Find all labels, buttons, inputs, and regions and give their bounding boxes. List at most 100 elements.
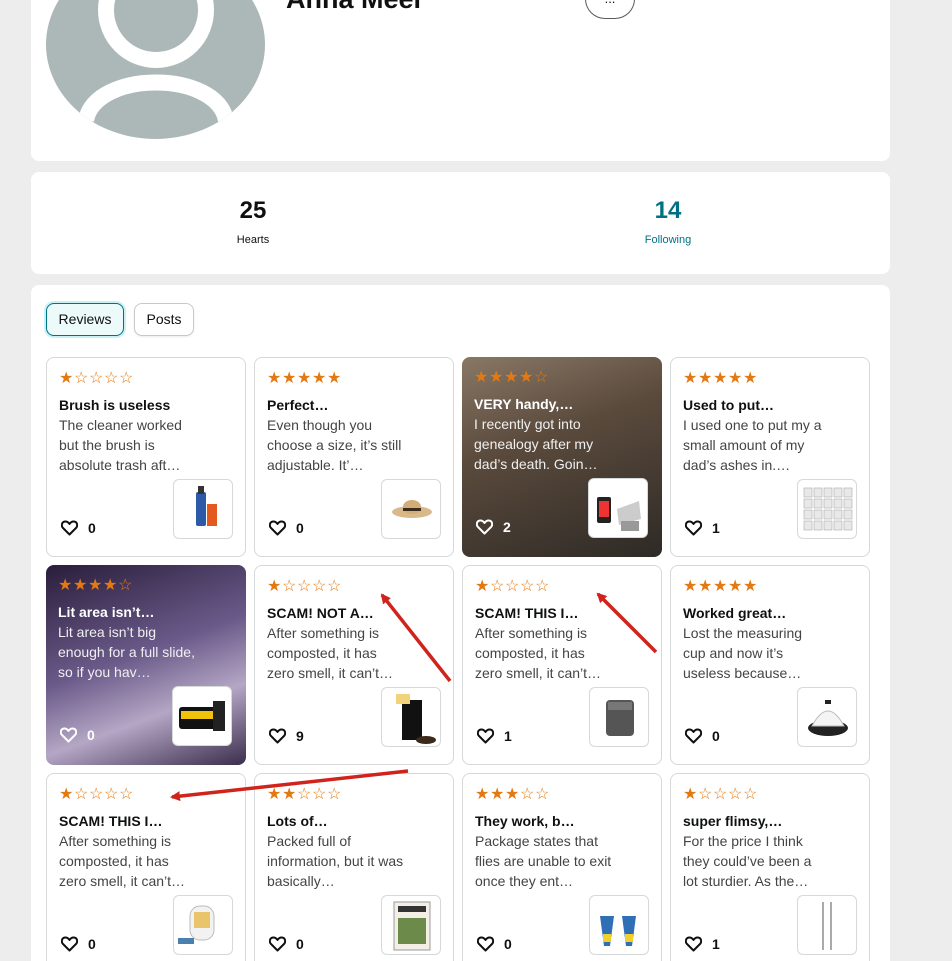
- heart-icon: [269, 520, 286, 536]
- star-filled-icon: ★: [728, 578, 743, 595]
- egg-cooker-icon[interactable]: [797, 687, 857, 747]
- tab-reviews[interactable]: Reviews: [46, 303, 124, 336]
- small-bags-icon[interactable]: [797, 479, 857, 539]
- review-text: For the price I think they could’ve been…: [683, 833, 812, 889]
- star-filled-icon: ★: [475, 786, 490, 803]
- like-count: 0: [87, 727, 95, 743]
- fly-trap-bags-icon[interactable]: [589, 895, 649, 955]
- star-filled-icon: ★: [490, 786, 505, 803]
- avatar[interactable]: [46, 0, 265, 139]
- review-text: The cleaner worked but the brush is abso…: [59, 417, 182, 473]
- hearts-stat: 25 Hearts: [193, 196, 313, 248]
- heart-icon: [685, 936, 702, 952]
- like-button[interactable]: 0: [60, 726, 95, 744]
- star-empty-icon: ☆: [118, 577, 133, 594]
- compost-bin-icon[interactable]: [381, 687, 441, 747]
- review-title: Lit area isn’t…: [58, 604, 155, 620]
- tab-posts[interactable]: Posts: [134, 303, 194, 336]
- star-filled-icon: ★: [282, 370, 297, 387]
- star-filled-icon: ★: [73, 577, 88, 594]
- star-empty-icon: ☆: [282, 578, 297, 595]
- like-button[interactable]: 0: [61, 519, 96, 537]
- like-button[interactable]: 0: [685, 727, 720, 745]
- star-filled-icon: ★: [59, 786, 74, 803]
- star-rating: ★ ☆ ☆ ☆ ☆: [683, 785, 758, 805]
- review-text: Lost the measuring cup and now it’s usel…: [683, 625, 803, 681]
- star-filled-icon: ★: [519, 369, 534, 386]
- review-card[interactable]: ★ ★ ★ ★ ★ Perfect… Even though you choose a si…: [254, 357, 454, 557]
- heart-icon: [685, 520, 702, 536]
- like-button[interactable]: 0: [61, 935, 96, 953]
- star-filled-icon: ★: [698, 370, 713, 387]
- review-card[interactable]: ★ ☆ ☆ ☆ ☆ super flimsy,… For the price I think…: [670, 773, 870, 961]
- review-card[interactable]: ★ ★ ☆ ☆ ☆ Lots of… Packed full of information,…: [254, 773, 454, 961]
- heart-icon: [477, 936, 494, 952]
- straw-hat-icon[interactable]: [381, 479, 441, 539]
- star-empty-icon: ☆: [535, 786, 550, 803]
- star-filled-icon: ★: [713, 370, 728, 387]
- kitchen-composter-icon[interactable]: [589, 687, 649, 747]
- review-title: SCAM! THIS I…: [475, 605, 579, 621]
- review-card[interactable]: ★ ★ ★ ★ ★ Used to put… I used one to put my a …: [670, 357, 870, 557]
- review-text: After something is composted, it has zer…: [59, 833, 186, 889]
- like-count: 0: [504, 936, 512, 952]
- like-count: 0: [712, 728, 720, 744]
- like-button[interactable]: 1: [685, 519, 720, 537]
- star-empty-icon: ☆: [713, 786, 728, 803]
- star-empty-icon: ☆: [104, 786, 119, 803]
- like-button[interactable]: 2: [476, 518, 511, 536]
- like-button[interactable]: 0: [269, 935, 304, 953]
- following-count[interactable]: 14: [608, 196, 728, 226]
- hearts-label: Hearts: [236, 234, 270, 246]
- heart-icon: [60, 727, 77, 743]
- like-button[interactable]: 0: [477, 935, 512, 953]
- like-count: 1: [504, 728, 512, 744]
- like-button[interactable]: 1: [685, 935, 720, 953]
- star-empty-icon: ☆: [327, 786, 342, 803]
- food-recycler-icon[interactable]: [173, 895, 233, 955]
- more-options-button[interactable]: ...: [585, 0, 635, 19]
- book-cover-icon[interactable]: [381, 895, 441, 955]
- star-filled-icon: ★: [505, 786, 520, 803]
- review-card[interactable]: ★ ☆ ☆ ☆ ☆ Brush is useless The cleaner worked …: [46, 357, 246, 557]
- heart-icon: [476, 519, 493, 535]
- like-count: 0: [88, 520, 96, 536]
- review-title: VERY handy,…: [474, 396, 574, 412]
- star-filled-icon: ★: [728, 370, 743, 387]
- review-card[interactable]: ★ ☆ ☆ ☆ ☆ SCAM! NOT A… After something is comp…: [254, 565, 454, 765]
- profile-header: Anna Meer ...: [31, 0, 890, 161]
- review-card[interactable]: ★ ★ ★ ★ ★ Worked great… Lost the measuring cup…: [670, 565, 870, 765]
- star-filled-icon: ★: [267, 370, 282, 387]
- cleaner-bottle-icon[interactable]: [173, 479, 233, 539]
- review-title: SCAM! NOT A…: [267, 605, 374, 621]
- phone-scanner-stand-icon[interactable]: [588, 478, 648, 538]
- review-card[interactable]: ★ ★ ★ ★ ☆ VERY handy,… I recently got into gen…: [462, 357, 662, 557]
- review-text: After something is composted, it has zer…: [475, 625, 602, 681]
- metal-rods-icon[interactable]: [797, 895, 857, 955]
- review-card[interactable]: ★ ☆ ☆ ☆ ☆ SCAM! THIS I… After something is com…: [462, 565, 662, 765]
- review-title: Worked great…: [683, 605, 787, 621]
- like-button[interactable]: 9: [269, 727, 304, 745]
- following-label[interactable]: Following: [608, 232, 728, 248]
- star-empty-icon: ☆: [728, 786, 743, 803]
- star-filled-icon: ★: [59, 370, 74, 387]
- star-filled-icon: ★: [312, 370, 327, 387]
- review-title: Used to put…: [683, 397, 774, 413]
- review-card[interactable]: ★ ★ ★ ☆ ☆ They work, b… Package states that fl…: [462, 773, 662, 961]
- star-rating: ★ ★ ★ ★ ☆: [474, 368, 549, 388]
- like-button[interactable]: 0: [269, 519, 304, 537]
- heart-icon: [477, 728, 494, 744]
- review-title: super flimsy,…: [683, 813, 783, 829]
- review-title: Lots of…: [267, 813, 328, 829]
- star-empty-icon: ☆: [698, 786, 713, 803]
- like-button[interactable]: 1: [477, 727, 512, 745]
- review-card[interactable]: ★ ★ ★ ★ ☆ Lit area isn’t… Lit area isn’t big e…: [46, 565, 246, 765]
- star-empty-icon: ☆: [104, 370, 119, 387]
- star-filled-icon: ★: [282, 786, 297, 803]
- film-scanner-icon[interactable]: [172, 686, 232, 746]
- following-stat[interactable]: 14 Following: [608, 196, 728, 248]
- review-text: Packed full of information, but it was b…: [267, 833, 404, 889]
- review-card[interactable]: ★ ☆ ☆ ☆ ☆ SCAM! THIS I… After something is com…: [46, 773, 246, 961]
- review-text: I used one to put my a small amount of m…: [683, 417, 822, 473]
- star-empty-icon: ☆: [327, 578, 342, 595]
